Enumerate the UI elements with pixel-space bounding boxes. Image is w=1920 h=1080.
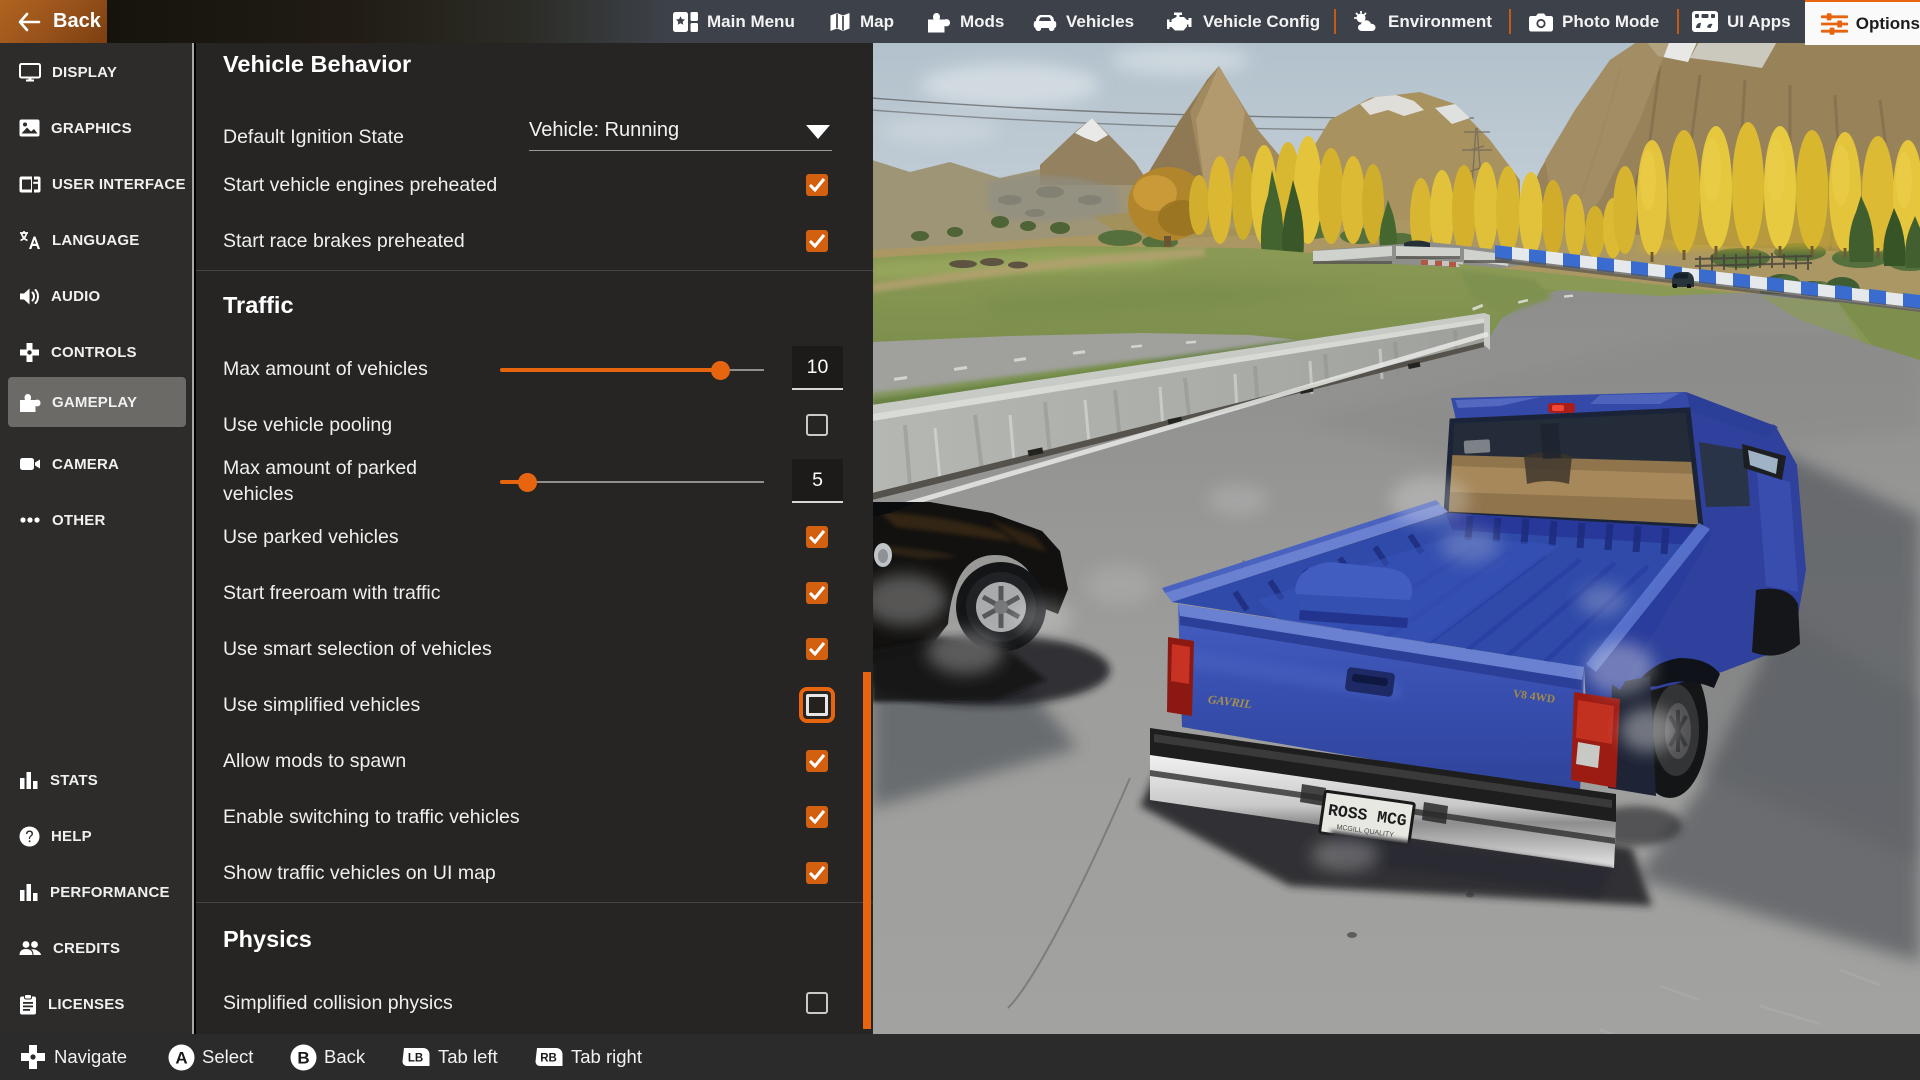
svg-text:RB: RB	[540, 1053, 557, 1065]
svg-text:LB: LB	[408, 1053, 423, 1065]
svg-text:B: B	[297, 1048, 309, 1067]
svg-text:A: A	[175, 1048, 187, 1067]
